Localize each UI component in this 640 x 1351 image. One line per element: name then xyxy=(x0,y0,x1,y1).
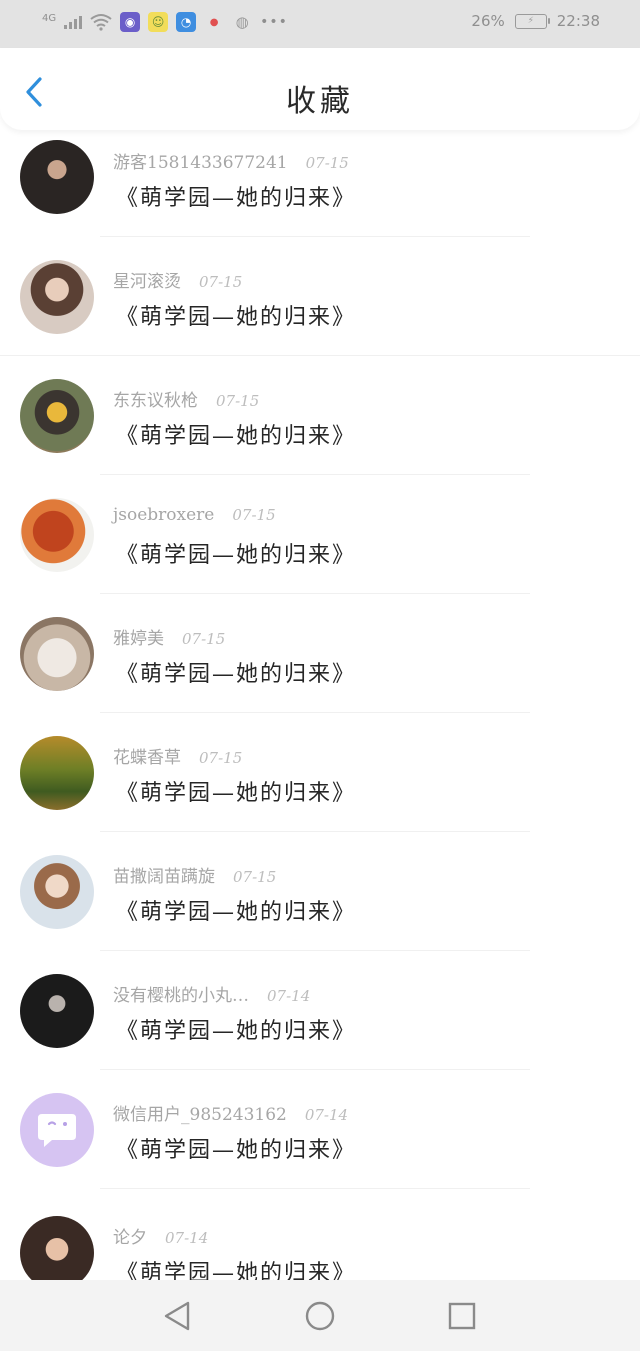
item-meta: 没有樱桃的小丸… 07-14 xyxy=(113,981,311,1006)
item-meta: 游客1581433677241 07-15 xyxy=(113,148,349,173)
username: 雅婷美 xyxy=(113,629,164,649)
avatar xyxy=(20,974,94,1048)
avatar xyxy=(20,379,94,453)
username: 苗撒阔苗蹒旋 xyxy=(113,867,215,887)
favorites-list: 游客1581433677241 07-15 《萌学园—她的归来》 星河滚烫 07… xyxy=(0,130,640,1280)
nav-home-button[interactable] xyxy=(302,1298,338,1334)
item-meta: 论夕 07-14 xyxy=(113,1223,209,1248)
username: 论夕 xyxy=(113,1228,147,1248)
system-nav-bar xyxy=(0,1280,640,1351)
date: 07-15 xyxy=(232,506,276,524)
battery-percent: 26% xyxy=(471,12,505,30)
avatar xyxy=(20,140,94,214)
book-title: 《萌学园—她的归来》 xyxy=(116,900,357,925)
wifi-icon xyxy=(90,14,112,31)
nav-recent-button[interactable] xyxy=(444,1298,480,1334)
date: 07-15 xyxy=(305,154,349,172)
username: 游客1581433677241 xyxy=(113,153,288,173)
item-meta: 雅婷美 07-15 xyxy=(113,624,226,649)
username: 东东议秋枪 xyxy=(113,391,198,411)
avatar xyxy=(20,855,94,929)
list-item[interactable]: 游客1581433677241 07-15 《萌学园—她的归来》 xyxy=(0,130,640,250)
list-item[interactable]: 没有樱桃的小丸… 07-14 《萌学园—她的归来》 xyxy=(0,951,640,1071)
item-meta: 微信用户_985243162 07-14 xyxy=(113,1100,349,1125)
date: 07-15 xyxy=(199,273,243,291)
avatar xyxy=(20,1093,94,1167)
username: 星河滚烫 xyxy=(113,272,181,292)
more-notifications-icon: ••• xyxy=(260,14,288,30)
date: 07-14 xyxy=(267,987,311,1005)
avatar xyxy=(20,498,94,572)
book-title: 《萌学园—她的归来》 xyxy=(116,1138,357,1163)
avatar xyxy=(20,736,94,810)
date: 07-15 xyxy=(216,392,260,410)
list-item[interactable]: 东东议秋枪 07-15 《萌学园—她的归来》 xyxy=(0,356,640,476)
nav-back-button[interactable] xyxy=(160,1298,196,1334)
book-title: 《萌学园—她的归来》 xyxy=(116,424,357,449)
book-title: 《萌学园—她的归来》 xyxy=(116,662,357,687)
list-item[interactable]: jsoebroxere 07-15 《萌学园—她的归来》 xyxy=(0,475,640,595)
status-right: 26% ⚡ 22:38 xyxy=(471,12,600,30)
list-item[interactable]: 花蝶香草 07-15 《萌学园—她的归来》 xyxy=(0,713,640,833)
circle-home-icon xyxy=(305,1301,335,1331)
item-meta: 花蝶香草 07-15 xyxy=(113,743,243,768)
date: 07-14 xyxy=(304,1106,349,1124)
wechat-icon: ◍ xyxy=(235,13,249,31)
username: 没有樱桃的小丸… xyxy=(113,986,249,1006)
app-notification-icon: ◉ xyxy=(120,12,141,32)
app-notification-icon: ◔ xyxy=(176,12,197,32)
signal-icon xyxy=(64,15,83,29)
clock: 22:38 xyxy=(556,12,600,30)
date: 07-15 xyxy=(182,630,226,648)
date: 07-15 xyxy=(199,749,243,767)
date: 07-15 xyxy=(233,868,277,886)
username: 花蝶香草 xyxy=(113,748,181,768)
app-notification-icon: ● xyxy=(209,16,219,28)
app-notification-icon: ☺ xyxy=(148,12,169,32)
book-title: 《萌学园—她的归来》 xyxy=(116,781,357,806)
book-title: 《萌学园—她的归来》 xyxy=(116,543,357,568)
page-title: 收藏 xyxy=(286,84,354,119)
avatar xyxy=(20,617,94,691)
book-title: 《萌学园—她的归来》 xyxy=(116,1019,357,1044)
avatar xyxy=(20,260,94,334)
triangle-back-icon xyxy=(164,1301,190,1331)
date: 07-14 xyxy=(165,1229,209,1247)
item-meta: 东东议秋枪 07-15 xyxy=(113,386,260,411)
list-item[interactable]: 微信用户_985243162 07-14 《萌学园—她的归来》 xyxy=(0,1070,640,1190)
square-recent-icon xyxy=(448,1302,476,1330)
header: 收藏 xyxy=(0,48,640,130)
avatar xyxy=(20,1216,94,1280)
book-title: 《萌学园—她的归来》 xyxy=(116,305,357,330)
list-item[interactable]: 星河滚烫 07-15 《萌学园—她的归来》 xyxy=(0,237,640,357)
battery-icon: ⚡ xyxy=(514,13,550,29)
username: 微信用户_985243162 xyxy=(113,1105,287,1125)
status-left: 4G ◉ ☺ ◔ ● ◍ ••• xyxy=(42,12,288,32)
item-meta: jsoebroxere 07-15 xyxy=(113,505,276,527)
list-item[interactable]: 苗撒阔苗蹒旋 07-15 《萌学园—她的归来》 xyxy=(0,832,640,952)
network-type: 4G xyxy=(42,12,57,24)
status-bar: 4G ◉ ☺ ◔ ● ◍ ••• 26% ⚡ 22:38 xyxy=(0,0,640,48)
list-item[interactable]: 雅婷美 07-15 《萌学园—她的归来》 xyxy=(0,594,640,714)
item-meta: 苗撒阔苗蹒旋 07-15 xyxy=(113,862,277,887)
list-item[interactable]: 论夕 07-14 《萌学园—她的归来》 xyxy=(0,1189,640,1280)
username: jsoebroxere xyxy=(113,505,215,525)
chat-bubble-icon xyxy=(38,1114,76,1147)
book-title: 《萌学园—她的归来》 xyxy=(116,186,357,211)
book-title: 《萌学园—她的归来》 xyxy=(116,1261,357,1280)
item-meta: 星河滚烫 07-15 xyxy=(113,267,243,292)
